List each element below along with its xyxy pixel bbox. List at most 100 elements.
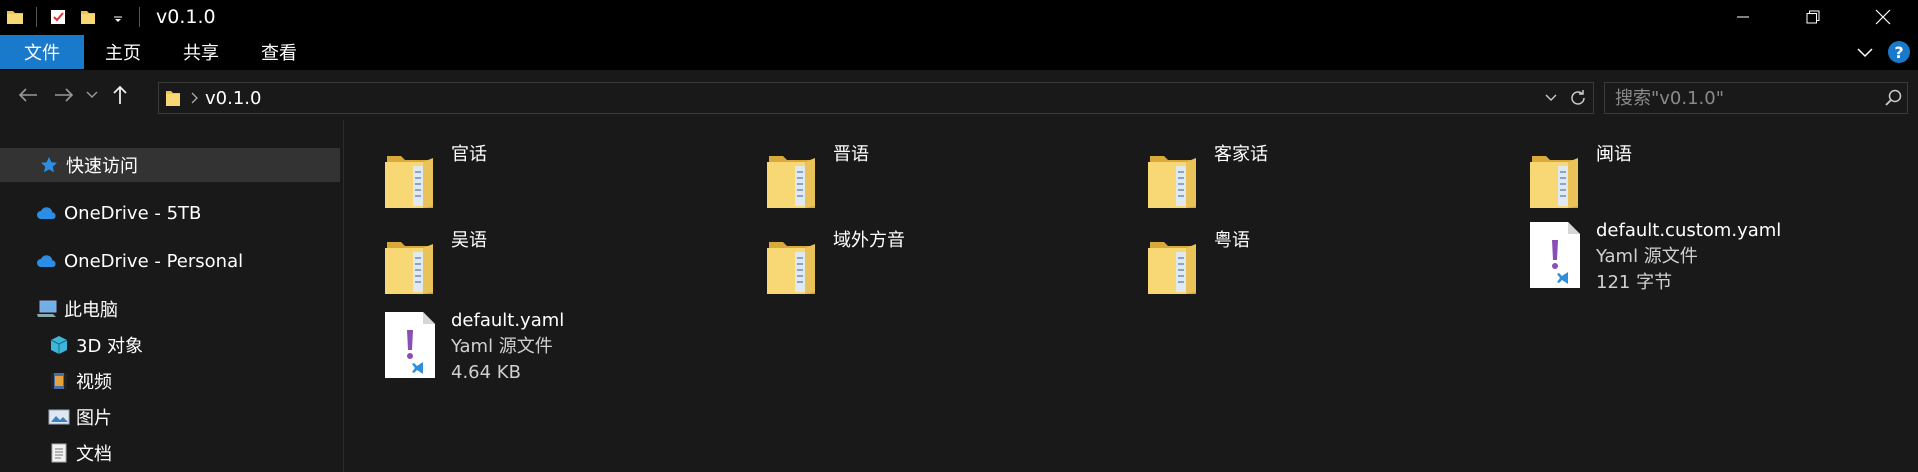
- sidebar-item-label: 此电脑: [64, 300, 118, 321]
- navigation-pane: 快速访问 OneDrive - 5TB OneDrive - Personal …: [0, 120, 344, 472]
- tab-view[interactable]: 查看: [240, 35, 318, 69]
- file-name: 晋语: [833, 144, 869, 165]
- list-item[interactable]: default.custom.yaml Yaml 源文件 121 字节: [1528, 218, 1781, 296]
- help-button[interactable]: ?: [1888, 41, 1910, 63]
- forward-arrow-icon: [55, 88, 74, 102]
- folder-icon: [1146, 142, 1200, 212]
- breadcrumb-separator-icon[interactable]: [191, 92, 199, 104]
- tab-home[interactable]: 主页: [84, 35, 162, 69]
- folder-icon: [383, 228, 437, 298]
- address-bar[interactable]: v0.1.0: [158, 82, 1594, 114]
- yaml-file-icon: [383, 308, 437, 378]
- file-type: Yaml 源文件: [451, 336, 553, 357]
- file-type: Yaml 源文件: [1596, 246, 1698, 267]
- file-size: 4.64 KB: [451, 362, 521, 383]
- back-arrow-icon: [18, 88, 37, 102]
- sidebar-item-pictures[interactable]: 图片: [0, 400, 112, 434]
- search-icon[interactable]: [1885, 89, 1903, 107]
- up-button[interactable]: [102, 77, 138, 113]
- list-item[interactable]: 闽语: [1528, 142, 1632, 212]
- file-name: 域外方音: [833, 230, 905, 251]
- restore-button[interactable]: [1778, 0, 1848, 34]
- ribbon-right: ?: [1856, 34, 1918, 70]
- video-icon: [48, 370, 70, 392]
- quick-access-toolbar: [0, 0, 150, 34]
- cube-icon: [48, 334, 70, 356]
- close-button[interactable]: [1848, 0, 1918, 34]
- sidebar-item-label: 快速访问: [66, 156, 138, 177]
- search-box[interactable]: [1604, 82, 1908, 114]
- back-button[interactable]: [10, 77, 46, 113]
- close-icon: [1875, 9, 1891, 25]
- sidebar-item-label: 文档: [76, 444, 112, 465]
- address-bar-controls: [1545, 83, 1593, 113]
- sidebar-item-3d-objects[interactable]: 3D 对象: [0, 328, 143, 362]
- properties-icon[interactable]: [47, 6, 69, 28]
- window-controls: [1708, 0, 1918, 34]
- folder-icon: [165, 89, 181, 107]
- minimize-icon: [1737, 16, 1749, 18]
- computer-icon: [36, 298, 58, 320]
- breadcrumb-item[interactable]: v0.1.0: [205, 88, 261, 109]
- toolbar-divider: [139, 7, 140, 27]
- file-name: 客家话: [1214, 144, 1268, 165]
- sidebar-item-label: OneDrive - Personal: [64, 250, 244, 272]
- file-name: 粤语: [1214, 230, 1250, 251]
- restore-icon: [1806, 10, 1820, 24]
- star-icon: [38, 154, 60, 176]
- sidebar-item-label: 视频: [76, 372, 112, 393]
- cloud-icon: [36, 202, 58, 224]
- cloud-icon: [36, 250, 58, 272]
- refresh-icon[interactable]: [1569, 89, 1587, 107]
- folder-icon: [383, 142, 437, 212]
- yaml-file-icon: [1528, 218, 1582, 288]
- chevron-down-icon: [86, 91, 98, 98]
- recent-locations-button[interactable]: [82, 77, 102, 113]
- customize-toolbar-chevron-icon[interactable]: [107, 6, 129, 28]
- search-input[interactable]: [1615, 87, 1875, 109]
- sidebar-item-quick-access[interactable]: 快速访问: [0, 148, 340, 182]
- window-title: v0.1.0: [156, 6, 216, 28]
- folder-icon: [765, 142, 819, 212]
- folder-icon: [765, 228, 819, 298]
- file-name: default.yaml: [451, 310, 565, 331]
- file-name: 官话: [451, 144, 487, 165]
- document-icon: [48, 442, 70, 464]
- ribbon-tabs: 文件 主页 共享 查看 ?: [0, 34, 1918, 70]
- expand-ribbon-chevron-icon[interactable]: [1856, 42, 1874, 63]
- forward-button[interactable]: [46, 77, 82, 113]
- sidebar-item-documents[interactable]: 文档: [0, 436, 112, 470]
- minimize-button[interactable]: [1708, 0, 1778, 34]
- sidebar-item-label: OneDrive - 5TB: [64, 202, 202, 224]
- file-name: 闽语: [1596, 144, 1632, 165]
- navigation-bar: v0.1.0: [0, 70, 1918, 120]
- sidebar-item-videos[interactable]: 视频: [0, 364, 112, 398]
- up-arrow-icon: [113, 85, 127, 104]
- list-item[interactable]: 客家话: [1146, 142, 1268, 212]
- address-history-chevron-icon[interactable]: [1545, 94, 1557, 102]
- toolbar-divider: [36, 7, 37, 27]
- list-item[interactable]: default.yaml Yaml 源文件 4.64 KB: [383, 308, 564, 386]
- sidebar-item-this-pc[interactable]: 此电脑: [0, 292, 118, 326]
- list-item[interactable]: 域外方音: [765, 228, 905, 298]
- folder-icon: [1146, 228, 1200, 298]
- tab-file[interactable]: 文件: [0, 35, 84, 69]
- sidebar-item-label: 3D 对象: [76, 336, 144, 357]
- list-item[interactable]: 粤语: [1146, 228, 1250, 298]
- new-folder-icon[interactable]: [77, 6, 99, 28]
- folder-icon: [4, 6, 26, 28]
- sidebar-item-onedrive-5tb[interactable]: OneDrive - 5TB: [0, 196, 201, 230]
- file-name: default.custom.yaml: [1596, 220, 1782, 241]
- title-bar: v0.1.0: [0, 0, 1918, 34]
- list-item[interactable]: 晋语: [765, 142, 869, 212]
- list-item[interactable]: 吴语: [383, 228, 487, 298]
- file-size: 121 字节: [1596, 272, 1673, 293]
- list-item[interactable]: 官话: [383, 142, 487, 212]
- folder-icon: [1528, 142, 1582, 212]
- file-name: 吴语: [451, 230, 487, 251]
- sidebar-item-label: 图片: [76, 408, 112, 429]
- sidebar-item-onedrive-personal[interactable]: OneDrive - Personal: [0, 244, 243, 278]
- file-list: 官话 晋语 客家话 闽语 吴语 域外方音 粤语 default.custom.y…: [345, 120, 1918, 472]
- picture-icon: [48, 406, 70, 428]
- tab-share[interactable]: 共享: [162, 35, 240, 69]
